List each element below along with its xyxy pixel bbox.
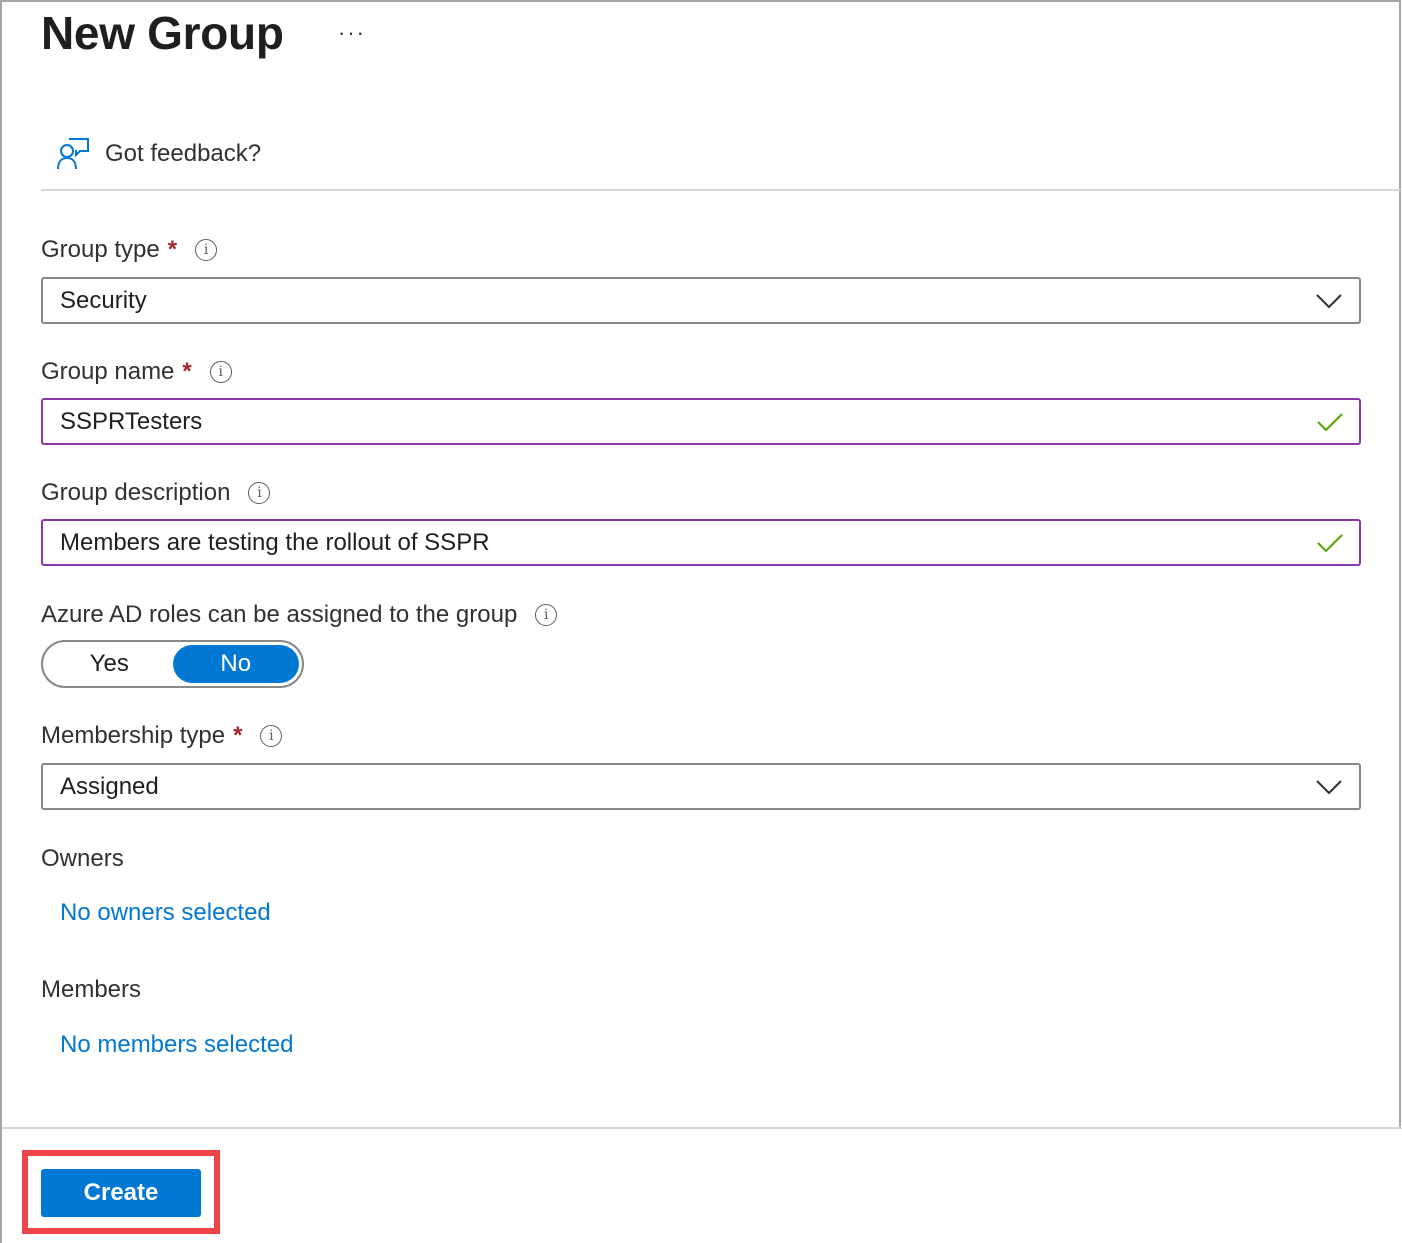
members-label: Members <box>41 976 142 1003</box>
feedback-person-icon <box>57 138 89 170</box>
group-type-value: Security <box>60 286 147 314</box>
membership-type-dropdown[interactable]: Assigned <box>41 763 1361 810</box>
feedback-label: Got feedback? <box>105 140 262 167</box>
group-description-label-text: Group description <box>41 479 231 506</box>
required-asterisk: * <box>167 236 178 263</box>
checkmark-icon <box>1317 533 1343 552</box>
azure-ad-roles-label-text: Azure AD roles can be assigned to the gr… <box>41 601 518 628</box>
footer-divider <box>2 1127 1402 1129</box>
group-name-label-text: Group name <box>41 358 175 385</box>
page-title: New Group <box>41 7 284 59</box>
info-icon[interactable]: i <box>535 604 558 626</box>
membership-type-label: Membership type * i <box>41 722 283 750</box>
create-button[interactable]: Create <box>41 1169 201 1217</box>
membership-type-label-text: Membership type <box>41 722 226 749</box>
group-type-dropdown[interactable]: Security <box>41 277 1361 324</box>
required-asterisk: * <box>182 358 192 385</box>
chevron-down-icon <box>1316 779 1342 794</box>
more-options-button[interactable]: ··· <box>338 20 366 46</box>
azure-ad-roles-label: Azure AD roles can be assigned to the gr… <box>41 601 558 629</box>
info-icon[interactable]: i <box>195 239 218 261</box>
required-asterisk: * <box>233 722 243 749</box>
group-description-value: Members are testing the rollout of SSPR <box>60 528 490 556</box>
chevron-down-icon <box>1316 293 1342 308</box>
group-name-input[interactable]: SSPRTesters <box>41 398 1361 445</box>
checkmark-icon <box>1317 412 1343 431</box>
owners-label: Owners <box>41 845 124 872</box>
toggle-option-yes[interactable]: Yes <box>46 645 173 683</box>
group-description-label: Group description i <box>41 479 271 507</box>
info-icon[interactable]: i <box>260 725 283 747</box>
feedback-button[interactable]: Got feedback? <box>55 136 261 172</box>
no-owners-selected-link[interactable]: No owners selected <box>60 899 271 927</box>
group-type-label: Group type * i <box>41 236 218 264</box>
group-description-input[interactable]: Members are testing the rollout of SSPR <box>41 519 1361 566</box>
group-name-value: SSPRTesters <box>60 407 203 435</box>
group-name-label: Group name * i <box>41 358 232 386</box>
info-icon[interactable]: i <box>248 482 271 504</box>
info-icon[interactable]: i <box>209 361 232 383</box>
group-type-label-text: Group type <box>41 236 160 263</box>
header-divider <box>41 189 1402 191</box>
azure-ad-roles-toggle[interactable]: Yes No <box>41 640 304 688</box>
toggle-option-no[interactable]: No <box>172 645 299 683</box>
no-members-selected-link[interactable]: No members selected <box>60 1031 293 1059</box>
panel-frame-right-edge <box>1399 0 1401 1128</box>
membership-type-value: Assigned <box>60 772 159 800</box>
